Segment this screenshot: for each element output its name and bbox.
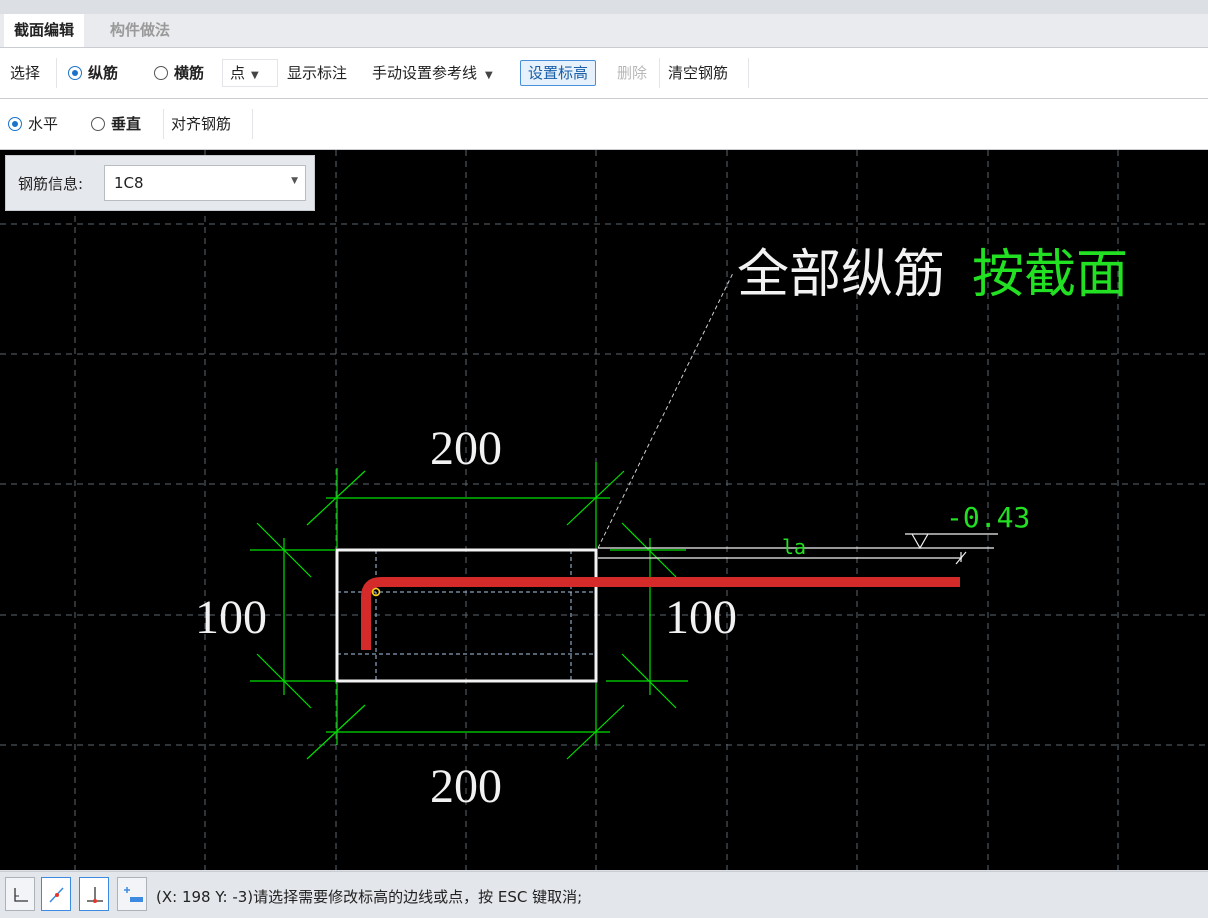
point-select-text: 点 (230, 64, 246, 82)
ortho-mode-button[interactable] (5, 877, 35, 911)
perpendicular-button[interactable] (79, 877, 109, 911)
elevation-value-label: -0.43 (946, 501, 1030, 534)
callout-leader-line (597, 272, 734, 549)
manual-reference-dropdown[interactable]: 手动设置参考线 ▼ (372, 61, 493, 85)
perpendicular-icon (87, 887, 103, 903)
longitudinal-rebar[interactable] (361, 577, 960, 650)
chevron-down-icon: ▼ (485, 70, 493, 81)
snap-line-icon (49, 887, 64, 903)
rebar-info-value: 1C8 (114, 174, 144, 192)
delete-button[interactable]: 删除 (617, 61, 647, 85)
transverse-radio[interactable]: 横筋 (154, 61, 204, 85)
dimension-right-label: 100 (665, 591, 737, 644)
dimension-bottom-label: 200 (430, 760, 502, 813)
select-button[interactable]: 选择 (10, 61, 40, 85)
radio-selected-icon (68, 66, 82, 80)
horizontal-label: 水平 (28, 115, 59, 133)
longitudinal-radio[interactable]: 纵筋 (68, 61, 118, 85)
toolbar-divider (659, 58, 660, 88)
chevron-down-icon: ▼ (251, 70, 259, 81)
chevron-down-icon: ▼ (291, 176, 298, 186)
section-drawing[interactable]: 全部纵筋 按截面 200 200 100 100 la -0.43 (0, 150, 1208, 870)
callout-text-white: 全部纵筋 (737, 245, 945, 305)
ortho-mode-icon (14, 888, 28, 902)
elevation-marker (905, 533, 998, 550)
elevation-add-icon (124, 887, 143, 902)
radio-selected-icon (8, 117, 22, 131)
status-bar: (X: 198 Y: -3)请选择需要修改标高的边线或点，按 ESC 键取消; (0, 871, 1208, 918)
drawing-canvas[interactable]: 全部纵筋 按截面 200 200 100 100 la -0.43 钢筋信息: … (0, 150, 1208, 870)
point-select-value[interactable]: 点 ▼ (230, 61, 259, 85)
clear-rebar-button[interactable]: 清空钢筋 (668, 61, 728, 85)
set-elevation-button[interactable]: 设置标高 (520, 60, 597, 86)
radio-unselected-icon (154, 66, 168, 80)
show-annotation-button[interactable]: 显示标注 (287, 61, 347, 85)
tab-component-method[interactable]: 构件做法 (100, 14, 180, 47)
toolbar-divider (748, 58, 749, 88)
manual-reference-label: 手动设置参考线 (372, 64, 478, 82)
elevation-add-button[interactable] (117, 877, 147, 911)
orientation-toolbar: 水平 垂直 对齐钢筋 (0, 99, 1208, 150)
dimension-left-label: 100 (195, 591, 267, 644)
main-toolbar: 选择 纵筋 横筋 点 ▼ 显示标注 手动设置参考线 ▼ 设置标高 删除 清空钢筋 (0, 48, 1208, 99)
rebar-info-combobox[interactable]: 1C8 ▼ (104, 165, 306, 201)
toolbar-divider (163, 109, 164, 139)
radio-unselected-icon (91, 117, 105, 131)
toolbar-divider (252, 109, 253, 139)
toolbar-divider (56, 58, 57, 88)
rebar-info-label: 钢筋信息: (18, 175, 84, 193)
callout-text-green: 按截面 (972, 245, 1128, 305)
vertical-label: 垂直 (111, 115, 142, 133)
dimension-lines (250, 462, 688, 760)
snap-line-button[interactable] (41, 877, 71, 911)
anchor-length-label: la (782, 535, 806, 559)
tab-bar: 截面编辑 构件做法 (0, 14, 1208, 48)
status-message: (X: 198 Y: -3)请选择需要修改标高的边线或点，按 ESC 键取消; (156, 888, 583, 906)
dimension-top-label: 200 (430, 422, 502, 475)
align-rebar-button[interactable]: 对齐钢筋 (171, 112, 231, 136)
transverse-label: 横筋 (174, 64, 205, 82)
rebar-info-panel: 钢筋信息: 1C8 ▼ (5, 155, 315, 211)
longitudinal-label: 纵筋 (88, 64, 119, 82)
horizontal-radio[interactable]: 水平 (8, 112, 58, 136)
tab-section-edit[interactable]: 截面编辑 (4, 14, 85, 47)
vertical-radio[interactable]: 垂直 (91, 112, 141, 136)
